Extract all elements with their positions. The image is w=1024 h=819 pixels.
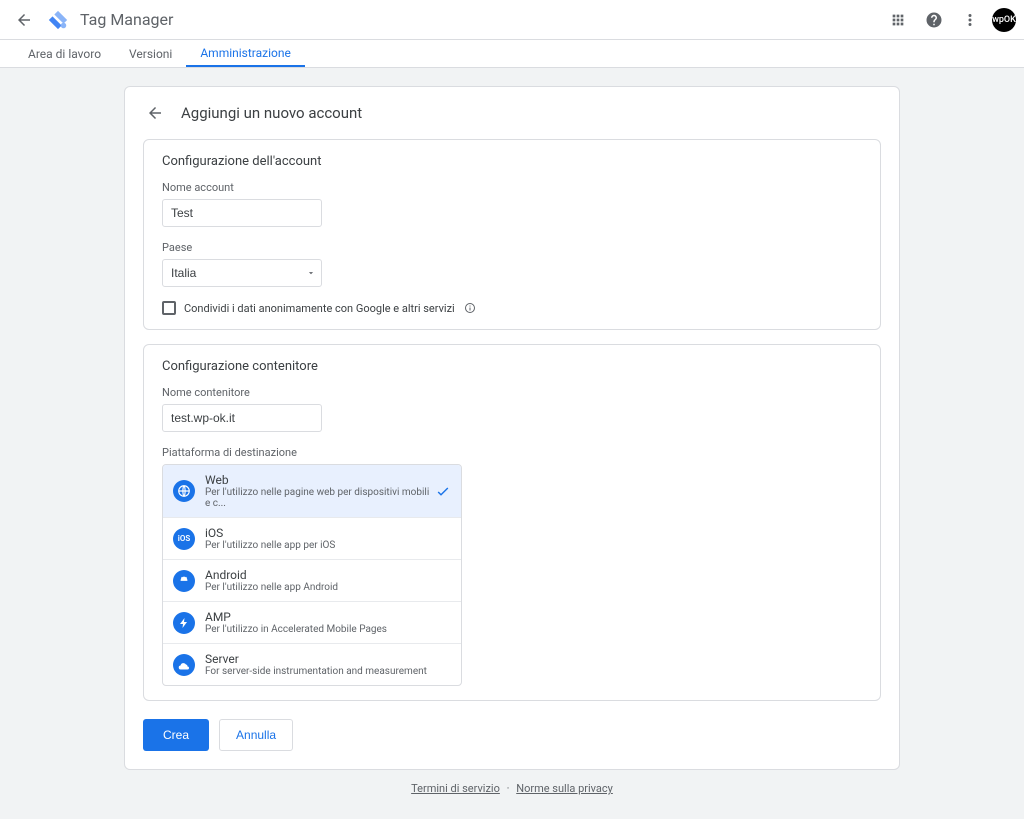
android-icon	[173, 570, 195, 592]
share-data-label: Condividi i dati anonimamente con Google…	[184, 302, 455, 315]
nav-tabs: Area di lavoro Versioni Amministrazione	[0, 40, 1024, 68]
gtm-logo-icon	[46, 8, 70, 32]
platform-android[interactable]: Android Per l'utilizzo nelle app Android	[163, 560, 461, 602]
main-card: Aggiungi un nuovo account Configurazione…	[124, 86, 900, 770]
separator: ·	[507, 782, 510, 795]
page-title: Aggiungi un nuovo account	[181, 104, 362, 122]
server-icon	[173, 654, 195, 676]
main-header: Aggiungi un nuovo account	[125, 87, 899, 139]
platform-web[interactable]: Web Per l'utilizzo nelle pagine web per …	[163, 465, 461, 518]
platform-ios[interactable]: iOS iOS Per l'utilizzo nelle app per iOS	[163, 518, 461, 560]
platform-desc: Per l'utilizzo in Accelerated Mobile Pag…	[205, 624, 387, 635]
country-label: Paese	[162, 241, 862, 254]
apps-icon[interactable]	[882, 4, 914, 36]
avatar[interactable]: wpOK	[992, 8, 1016, 32]
platform-desc: Per l'utilizzo nelle pagine web per disp…	[205, 487, 435, 509]
more-icon[interactable]	[954, 4, 986, 36]
platform-title: AMP	[205, 610, 387, 624]
ios-icon: iOS	[173, 528, 195, 550]
privacy-link[interactable]: Norme sulla privacy	[516, 782, 613, 795]
account-heading: Configurazione dell'account	[162, 154, 862, 169]
cancel-button[interactable]: Annulla	[219, 719, 293, 751]
tab-versions[interactable]: Versioni	[115, 40, 186, 67]
check-icon	[435, 483, 451, 499]
platform-server[interactable]: Server For server-side instrumentation a…	[163, 644, 461, 685]
platform-desc: For server-side instrumentation and meas…	[205, 666, 427, 677]
web-icon	[173, 480, 195, 502]
share-data-checkbox[interactable]	[162, 301, 176, 315]
platform-label: Piattaforma di destinazione	[162, 446, 862, 459]
share-data-row: Condividi i dati anonimamente con Google…	[162, 301, 862, 315]
tab-admin[interactable]: Amministrazione	[186, 40, 305, 67]
back-button[interactable]	[143, 101, 167, 125]
container-config-card: Configurazione contenitore Nome contenit…	[143, 344, 881, 701]
top-bar: Tag Manager wpOK	[0, 0, 1024, 40]
info-icon[interactable]	[463, 301, 477, 315]
platform-title: Server	[205, 652, 427, 666]
app-title: Tag Manager	[80, 10, 878, 29]
container-name-label: Nome contenitore	[162, 386, 862, 399]
button-row: Crea Annulla	[125, 715, 899, 769]
tab-workspace[interactable]: Area di lavoro	[14, 40, 115, 67]
platform-title: Android	[205, 568, 338, 582]
create-button[interactable]: Crea	[143, 719, 209, 751]
platform-desc: Per l'utilizzo nelle app per iOS	[205, 540, 335, 551]
container-heading: Configurazione contenitore	[162, 359, 862, 374]
country-select[interactable]	[162, 259, 322, 287]
account-name-label: Nome account	[162, 181, 862, 194]
account-name-input[interactable]	[162, 199, 322, 227]
page-background: Aggiungi un nuovo account Configurazione…	[0, 68, 1024, 819]
help-icon[interactable]	[918, 4, 950, 36]
back-icon[interactable]	[8, 4, 40, 36]
platform-desc: Per l'utilizzo nelle app Android	[205, 582, 338, 593]
platform-title: iOS	[205, 526, 335, 540]
account-config-card: Configurazione dell'account Nome account…	[143, 139, 881, 330]
container-name-input[interactable]	[162, 404, 322, 432]
platform-amp[interactable]: AMP Per l'utilizzo in Accelerated Mobile…	[163, 602, 461, 644]
platform-title: Web	[205, 473, 435, 487]
terms-link[interactable]: Termini di servizio	[411, 782, 500, 795]
amp-icon	[173, 612, 195, 634]
platform-list: Web Per l'utilizzo nelle pagine web per …	[162, 464, 462, 686]
footer: Termini di servizio · Norme sulla privac…	[0, 770, 1024, 819]
